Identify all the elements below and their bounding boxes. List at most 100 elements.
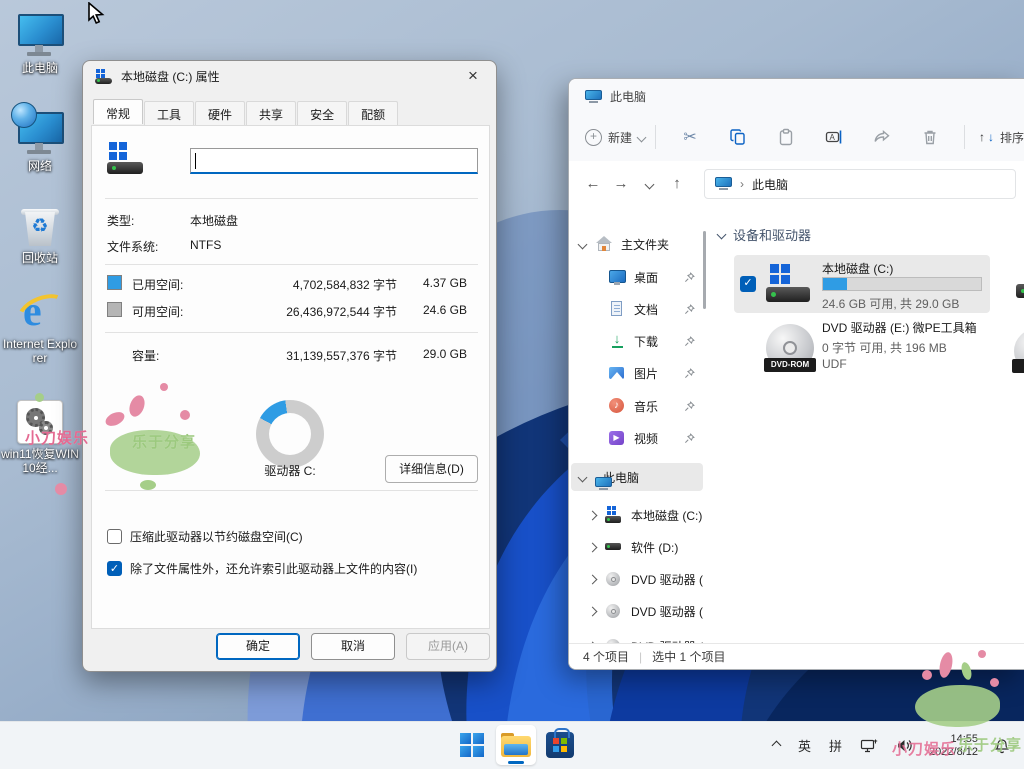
clock[interactable]: 14:55 2022/8/12	[925, 733, 982, 759]
sidebar-item-music[interactable]: ♪ 音乐	[571, 392, 703, 420]
sidebar-item-drive-d[interactable]: 软件 (D:)	[571, 533, 703, 561]
start-button[interactable]	[452, 725, 492, 765]
sidebar-item-home[interactable]: 主文件夹	[571, 230, 703, 258]
sidebar-item-downloads[interactable]: ↓ 下载	[571, 327, 703, 355]
desktop-icon-network[interactable]: 网络	[1, 108, 79, 173]
chevron-down-icon	[637, 132, 647, 142]
group-header-devices[interactable]: 设备和驱动器	[718, 225, 811, 244]
sidebar-item-desktop[interactable]: 桌面	[571, 263, 703, 291]
sort-down-icon: ↓	[988, 130, 994, 144]
recent-locations-icon[interactable]	[635, 175, 663, 192]
used-space-bytes: 4,702,584,832 字节	[293, 276, 397, 293]
drive-name: 本地磁盘 (C:)	[822, 260, 893, 277]
chevron-down-icon	[717, 230, 727, 240]
sidebar-scrollbar[interactable]	[703, 231, 706, 309]
volume-icon[interactable]	[890, 734, 919, 757]
share-icon[interactable]	[872, 127, 892, 147]
cut-icon[interactable]: ✂	[680, 127, 700, 147]
rename-icon[interactable]: A	[824, 127, 844, 147]
close-icon[interactable]: ×	[456, 63, 490, 89]
show-hidden-icons-button[interactable]	[767, 738, 786, 753]
microsoft-store-button[interactable]	[540, 725, 580, 765]
dvd-icon: DVD-ROM	[766, 324, 814, 372]
sidebar-item-dvd-e[interactable]: DVD 驱动器 (E	[571, 565, 703, 593]
pin-icon	[684, 401, 695, 412]
drive-icon-large	[107, 142, 143, 174]
tab-sharing[interactable]: 共享	[246, 101, 296, 126]
index-checkbox[interactable]: ✓	[107, 561, 122, 576]
desktop-icon-recycle-bin[interactable]: ♻ 回收站	[1, 200, 79, 265]
dvd-item-partial[interactable]	[1014, 329, 1024, 373]
new-button[interactable]: + 新建	[585, 129, 645, 146]
tab-hardware[interactable]: 硬件	[195, 101, 245, 126]
desktop-icon-win11-restore[interactable]: win11恢复WIN10经...	[1, 396, 79, 475]
compress-checkbox-row[interactable]: 压缩此驱动器以节约磁盘空间(C)	[107, 528, 303, 545]
drive-item-c[interactable]: ✓ 本地磁盘 (C:) 24.6 GB 可用, 共 29.0 GB	[734, 255, 990, 313]
pictures-icon	[608, 364, 626, 382]
drive-item-dvd-e[interactable]: DVD-ROM DVD 驱动器 (E:) 微PE工具箱 0 字节 可用, 共 1…	[734, 317, 990, 379]
pin-icon	[684, 368, 695, 379]
up-icon[interactable]: ↑	[663, 175, 691, 192]
notification-bell-icon[interactable]	[988, 734, 1016, 758]
back-icon[interactable]: ←	[579, 175, 607, 192]
address-bar[interactable]: › 此电脑	[704, 169, 1016, 199]
ime-language-en[interactable]: 英	[792, 732, 817, 759]
sort-button[interactable]: ↑↓ 排序	[979, 129, 1024, 146]
drive-item-partial[interactable]	[1016, 264, 1024, 300]
tab-tools[interactable]: 工具	[144, 101, 194, 126]
new-label: 新建	[608, 129, 632, 146]
forward-icon[interactable]: →	[607, 175, 635, 192]
dialog-title: 本地磁盘 (C:) 属性	[121, 68, 220, 85]
sidebar-item-label: 视频	[634, 430, 658, 447]
gears-icon	[17, 400, 63, 444]
sidebar-item-label: 音乐	[634, 398, 658, 415]
tab-security[interactable]: 安全	[297, 101, 347, 126]
free-space-swatch	[107, 302, 122, 317]
compress-checkbox[interactable]	[107, 529, 122, 544]
network-icon[interactable]	[854, 734, 884, 758]
divider	[105, 264, 478, 265]
sidebar-item-label: 本地磁盘 (C:)	[631, 507, 702, 524]
tab-general[interactable]: 常规	[93, 99, 143, 124]
sidebar-item-dvd-f[interactable]: DVD 驱动器 (F	[571, 597, 703, 625]
sidebar-item-drive-c[interactable]: 本地磁盘 (C:)	[571, 501, 703, 529]
drive-caption: 驱动器 C:	[190, 462, 390, 479]
tab-quota[interactable]: 配额	[348, 101, 398, 126]
index-checkbox-row[interactable]: ✓ 除了文件属性外，还允许索引此驱动器上文件的内容(I)	[107, 560, 417, 577]
volume-label-input[interactable]	[190, 148, 478, 174]
cancel-button[interactable]: 取消	[311, 633, 395, 660]
items-count: 4 个项目	[583, 648, 629, 665]
dialog-titlebar[interactable]: 本地磁盘 (C:) 属性 ×	[83, 61, 496, 91]
copy-icon[interactable]	[728, 127, 748, 147]
sidebar-item-label: DVD 驱动器 (E	[631, 571, 703, 588]
desktop-icon-label: 回收站	[1, 251, 79, 265]
file-explorer-taskbar-button[interactable]	[496, 725, 536, 765]
windows-logo-icon	[460, 733, 484, 757]
dvd-icon	[1014, 329, 1024, 373]
selection-checkbox[interactable]: ✓	[740, 276, 756, 292]
breadcrumb-root[interactable]: 此电脑	[752, 176, 788, 193]
divider	[105, 332, 478, 333]
this-pc-icon	[715, 177, 732, 191]
apply-button[interactable]: 应用(A)	[406, 633, 490, 660]
status-bar: 4 个项目 | 选中 1 个项目	[569, 643, 1024, 669]
file-explorer-window: 此电脑 + 新建 ✂	[568, 78, 1024, 670]
sidebar-item-videos[interactable]: ▶ 视频	[571, 424, 703, 452]
delete-icon[interactable]	[920, 127, 940, 147]
pin-icon	[684, 272, 695, 283]
sidebar-item-pictures[interactable]: 图片	[571, 359, 703, 387]
paste-icon[interactable]	[776, 127, 796, 147]
sidebar-item-documents[interactable]: 文档	[571, 295, 703, 323]
details-button[interactable]: 详细信息(D)	[385, 455, 478, 483]
home-icon	[595, 235, 613, 253]
desktop-icon-internet-explorer[interactable]: e Internet Explorer	[1, 286, 79, 365]
filesystem-value: NTFS	[190, 238, 221, 252]
ok-button[interactable]: 确定	[216, 633, 300, 660]
sidebar-item-this-pc[interactable]: 此电脑	[571, 463, 703, 491]
explorer-tab[interactable]: 此电脑	[585, 88, 646, 105]
dialog-button-row: 确定 取消 应用(A)	[83, 633, 496, 661]
status-divider: |	[639, 650, 642, 664]
ime-mode-pinyin[interactable]: 拼	[823, 732, 848, 759]
desktop-icon-this-pc[interactable]: 此电脑	[1, 10, 79, 75]
time-label: 14:55	[929, 733, 978, 746]
